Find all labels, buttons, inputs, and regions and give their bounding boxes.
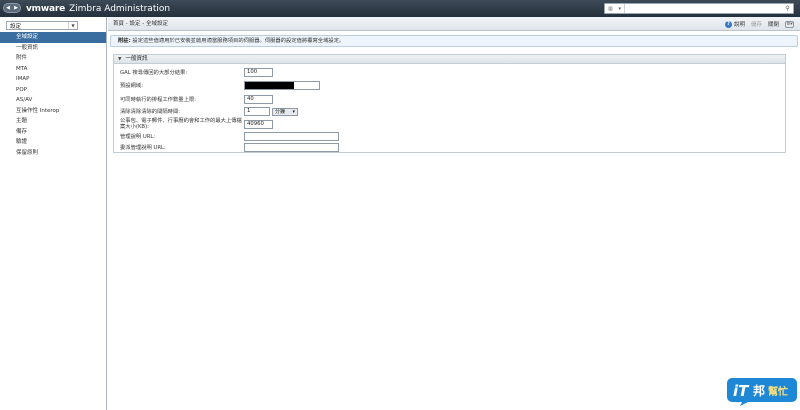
sidebar-item-auth[interactable]: 驗證	[0, 137, 106, 148]
delegated-help-url-label: 委派管理說明 URL:	[120, 144, 166, 151]
ithome-watermark-logo: iT 邦 幫忙	[727, 378, 797, 406]
form-row-sleep-interval: 清除清除清除的間隔時間: 1 分鐘 ▾	[120, 107, 298, 116]
upload-max-label: 公事包、電子郵件、行事曆約會和工作的最大上傳檔案大小(KB):	[120, 118, 242, 130]
toolbar: 首頁 - 設定 - 全域設定 ? 說明 儲存 關閉 ⚙▾	[108, 17, 800, 31]
form-row-gal-max: GAL 搜尋傳回的大部分結果: 100	[120, 68, 273, 77]
top-bar: ◀ ▶ vmware Zimbra Administration ▥ ▾ ⚲	[0, 0, 800, 17]
sidebar-item-imap[interactable]: IMAP	[0, 74, 106, 85]
sidebar-item-retention[interactable]: 保留原則	[0, 148, 106, 159]
sleep-interval-unit-select[interactable]: 分鐘 ▾	[272, 107, 298, 116]
max-threads-input[interactable]: 40	[244, 95, 273, 104]
nav-back-forward[interactable]: ◀ ▶	[3, 3, 21, 13]
back-arrow-icon[interactable]: ◀	[6, 5, 10, 11]
app-title: Zimbra Administration	[68, 3, 171, 14]
help-button[interactable]: ? 說明	[724, 20, 745, 28]
general-info-section: ▼ 一般資訊 GAL 搜尋傳回的大部分結果: 100 預設網域: 可同時執行的排…	[113, 54, 786, 153]
svg-text:幫忙: 幫忙	[768, 385, 788, 398]
svg-text:邦: 邦	[753, 383, 765, 398]
sidebar-item-general-info[interactable]: 一般資訊	[0, 43, 106, 54]
gal-max-label: GAL 搜尋傳回的大部分結果:	[120, 69, 188, 76]
sidebar: 設定 ▼ 全域設定 一般資訊 附件 MTA IMAP POP AS/AV 互操作…	[0, 17, 107, 410]
toolbar-actions: ? 說明 儲存 關閉 ⚙▾	[724, 19, 794, 29]
redacted-block	[245, 82, 294, 89]
admin-help-url-label: 管理說明 URL:	[120, 133, 156, 140]
default-domain-input[interactable]	[244, 81, 320, 90]
max-threads-label: 可同時執行的排程工作數量上限:	[120, 96, 196, 103]
delegated-help-url-input[interactable]	[244, 143, 339, 152]
collapse-triangle-icon[interactable]: ▼	[118, 55, 121, 64]
sidebar-item-themes[interactable]: 主題	[0, 116, 106, 127]
note-prefix: 附註:	[118, 38, 131, 44]
svg-text:iT: iT	[733, 382, 750, 400]
form-row-max-threads: 可同時執行的排程工作數量上限: 40	[120, 95, 273, 104]
form-row-delegated-help-url: 委派管理說明 URL:	[120, 143, 339, 152]
sidebar-item-backup[interactable]: 備存	[0, 127, 106, 138]
vmware-logo: vmware	[26, 3, 65, 14]
gear-icon[interactable]: ⚙▾	[785, 20, 794, 28]
breadcrumb: 首頁 - 設定 - 全域設定	[113, 21, 168, 27]
app-brand: vmware Zimbra Administration	[26, 2, 170, 15]
upload-max-input[interactable]: 40960	[244, 119, 273, 129]
sleep-interval-unit: 分鐘	[275, 109, 286, 115]
form-row-admin-help-url: 管理說明 URL:	[120, 132, 339, 141]
section-title: 一般資訊	[125, 55, 148, 62]
sidebar-item-mta[interactable]: MTA	[0, 64, 106, 75]
forward-arrow-icon[interactable]: ▶	[14, 5, 18, 11]
sidebar-list: 全域設定 一般資訊 附件 MTA IMAP POP AS/AV 互操作性 Int…	[0, 32, 106, 158]
help-icon: ?	[724, 20, 732, 28]
chevron-down-icon: ▼	[68, 22, 77, 29]
sleep-interval-input[interactable]: 1	[244, 107, 270, 116]
note-banner: 附註: 設定這些值適用於已安裝並啟用適當服務項目的伺服器。伺服器的設定值將覆寫全…	[110, 35, 798, 47]
section-header[interactable]: ▼ 一般資訊	[114, 55, 785, 64]
sidebar-item-asav[interactable]: AS/AV	[0, 95, 106, 106]
admin-help-url-input[interactable]	[244, 132, 339, 141]
help-label: 說明	[733, 22, 745, 28]
search-type-dropdown[interactable]: ▥ ▾	[605, 4, 625, 13]
sidebar-item-pop[interactable]: POP	[0, 85, 106, 96]
building-icon: ▥	[607, 5, 613, 12]
chevron-down-icon: ▾	[292, 108, 295, 115]
form-row-upload-max: 公事包、電子郵件、行事曆約會和工作的最大上傳檔案大小(KB): 40960	[120, 118, 273, 130]
note-text: 設定這些值適用於已安裝並啟用適當服務項目的伺服器。伺服器的設定值將覆寫全域設定。	[132, 38, 345, 44]
sidebar-item-attachments[interactable]: 附件	[0, 53, 106, 64]
sidebar-item-interop[interactable]: 互操作性 Interop	[0, 106, 106, 117]
close-button[interactable]: 關閉	[768, 20, 779, 28]
save-button[interactable]: 儲存	[751, 20, 762, 28]
sidebar-view-select[interactable]: 設定 ▼	[6, 21, 78, 30]
gal-max-input[interactable]: 100	[244, 68, 273, 77]
sidebar-item-global-settings[interactable]: 全域設定	[0, 32, 106, 43]
chevron-down-icon: ▾	[618, 5, 622, 12]
search-box: ▥ ▾ ⚲	[604, 3, 794, 14]
form-row-default-domain: 預設網域:	[120, 81, 320, 90]
search-input[interactable]	[625, 4, 782, 13]
sidebar-select-value: 設定	[10, 23, 22, 30]
search-icon[interactable]: ⚲	[782, 4, 793, 13]
sleep-interval-label: 清除清除清除的間隔時間:	[120, 108, 181, 115]
default-domain-label: 預設網域:	[120, 82, 143, 89]
main-content: ▼ 一般資訊 GAL 搜尋傳回的大部分結果: 100 預設網域: 可同時執行的排…	[108, 49, 800, 410]
